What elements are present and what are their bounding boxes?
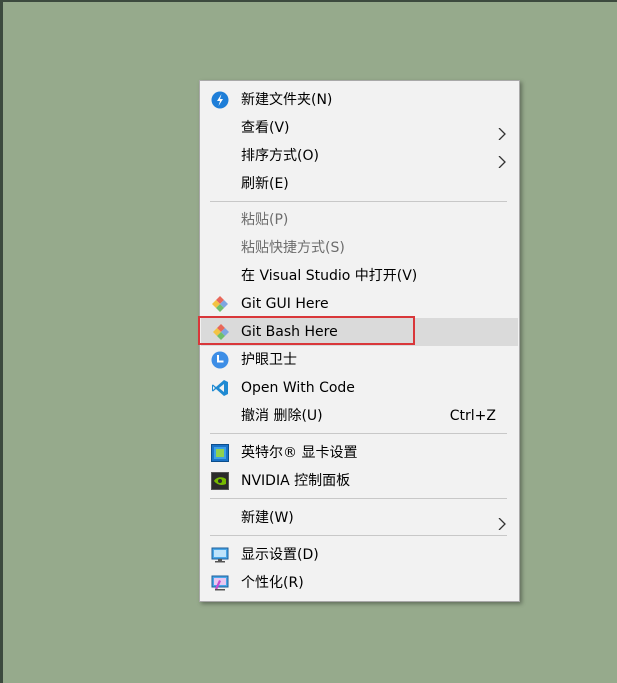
menu-item-label: 查看(V): [241, 120, 290, 136]
menu-item-label: 刷新(E): [241, 176, 289, 192]
menu-item-label: Open With Code: [241, 380, 355, 396]
menu-item-new[interactable]: 新建(W): [200, 504, 519, 532]
menu-item-label: 个性化(R): [241, 575, 304, 591]
new-folder-icon: [211, 91, 229, 109]
display-icon: [211, 546, 229, 564]
menu-item-intel-graphics-settings[interactable]: 英特尔® 显卡设置: [200, 439, 519, 467]
context-menu: 新建文件夹(N) 查看(V) 排序方式(O) 刷新(E) 粘贴(P) 粘贴快捷方…: [199, 80, 520, 602]
menu-item-label: 新建文件夹(N): [241, 92, 333, 108]
menu-item-view[interactable]: 查看(V): [200, 114, 519, 142]
menu-separator: [210, 535, 507, 536]
menu-item-label: 护眼卫士: [241, 352, 297, 368]
intel-graphics-icon: [211, 444, 229, 462]
menu-item-label: 粘贴(P): [241, 212, 289, 228]
menu-item-label: NVIDIA 控制面板: [241, 473, 351, 489]
menu-item-label: 英特尔® 显卡设置: [241, 445, 358, 461]
menu-item-label: Git GUI Here: [241, 296, 329, 312]
chevron-right-icon: [496, 122, 508, 141]
menu-separator: [210, 433, 507, 434]
menu-item-paste[interactable]: 粘贴(P): [200, 206, 519, 234]
git-icon: [211, 295, 229, 313]
menu-item-git-gui[interactable]: Git GUI Here: [200, 290, 519, 318]
menu-item-undo-delete[interactable]: 撤消 删除(U) Ctrl+Z: [200, 402, 519, 430]
chevron-right-icon: [496, 512, 508, 531]
menu-item-label: 粘贴快捷方式(S): [241, 240, 345, 256]
menu-item-nvidia-control-panel[interactable]: NVIDIA 控制面板: [200, 467, 519, 495]
vscode-icon: [211, 379, 229, 397]
menu-item-refresh[interactable]: 刷新(E): [200, 170, 519, 198]
window-edge-left: [0, 0, 3, 683]
shortcut-label: Ctrl+Z: [449, 408, 496, 424]
git-icon: [212, 323, 230, 341]
menu-item-new-folder[interactable]: 新建文件夹(N): [200, 86, 519, 114]
window-edge-top: [0, 0, 617, 2]
menu-item-eye-care[interactable]: 护眼卫士: [200, 346, 519, 374]
menu-item-open-with-code[interactable]: Open With Code: [200, 374, 519, 402]
chevron-right-icon: [496, 150, 508, 169]
menu-item-git-bash[interactable]: Git Bash Here: [201, 318, 518, 346]
menu-separator: [210, 201, 507, 202]
eye-care-icon: [211, 351, 229, 369]
menu-item-label: 新建(W): [241, 510, 294, 526]
personalize-icon: [211, 574, 229, 592]
menu-item-sort-by[interactable]: 排序方式(O): [200, 142, 519, 170]
menu-item-open-in-visual-studio[interactable]: 在 Visual Studio 中打开(V): [200, 262, 519, 290]
menu-item-paste-shortcut[interactable]: 粘贴快捷方式(S): [200, 234, 519, 262]
menu-separator: [210, 498, 507, 499]
menu-item-display-settings[interactable]: 显示设置(D): [200, 541, 519, 569]
menu-item-label: 撤消 删除(U): [241, 408, 323, 424]
menu-item-label: 排序方式(O): [241, 148, 319, 164]
menu-item-label: 显示设置(D): [241, 547, 319, 563]
menu-item-personalize[interactable]: 个性化(R): [200, 569, 519, 597]
nvidia-icon: [211, 472, 229, 490]
menu-item-label: Git Bash Here: [241, 324, 338, 340]
menu-item-label: 在 Visual Studio 中打开(V): [241, 268, 418, 284]
